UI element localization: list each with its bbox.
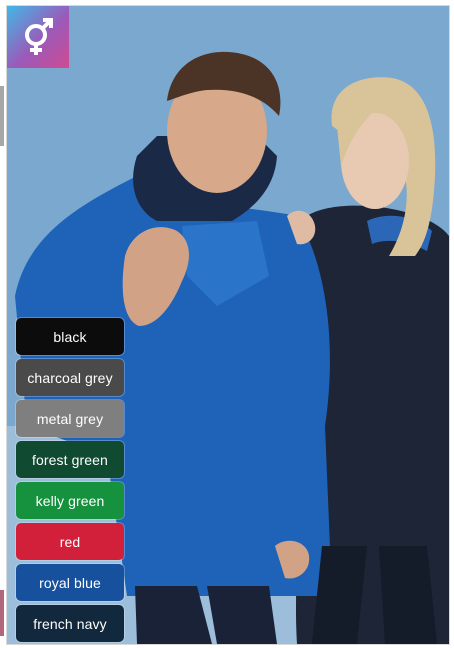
color-swatch-black[interactable]: black <box>16 318 124 355</box>
color-swatch-charcoal-grey[interactable]: charcoal grey <box>16 359 124 396</box>
swatch-label: forest green <box>32 451 108 468</box>
swatch-label: metal grey <box>36 410 104 427</box>
color-swatch-list: black charcoal grey metal grey forest gr… <box>16 318 124 644</box>
color-swatch-red[interactable]: red <box>16 523 124 560</box>
color-swatch-metal-grey[interactable]: metal grey <box>16 400 124 437</box>
swatch-label: red <box>59 533 81 550</box>
product-card: black charcoal grey metal grey forest gr… <box>6 5 450 645</box>
edge-decoration <box>0 86 4 146</box>
swatch-label: royal blue <box>39 574 101 591</box>
gender-unisex-badge <box>7 6 69 68</box>
gender-unisex-icon <box>25 18 53 55</box>
color-swatch-forest-green[interactable]: forest green <box>16 441 124 478</box>
edge-decoration <box>0 590 4 636</box>
color-swatch-kelly-green[interactable]: kelly green <box>16 482 124 519</box>
swatch-label: charcoal grey <box>27 369 113 386</box>
swatch-label: kelly green <box>35 492 105 509</box>
color-swatch-french-navy[interactable]: french navy <box>16 605 124 642</box>
color-swatch-royal-blue[interactable]: royal blue <box>16 564 124 601</box>
swatch-label: black <box>53 328 87 345</box>
swatch-label: french navy <box>33 615 107 632</box>
